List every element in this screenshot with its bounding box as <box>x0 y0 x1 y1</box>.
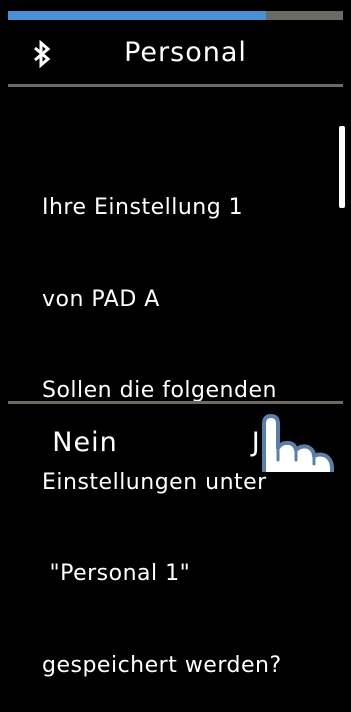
message-line: Einstellungen unter <box>42 469 267 495</box>
footer-divider <box>8 401 343 404</box>
page-title: Personal <box>124 36 247 68</box>
scrollbar[interactable] <box>339 126 345 208</box>
progress-fill <box>8 11 266 20</box>
no-button[interactable]: Nein <box>10 414 160 470</box>
tap-hand-icon <box>262 414 334 472</box>
message-line: "Personal 1" <box>42 561 191 586</box>
message-line: Ihre Einstellung 1 <box>42 195 244 220</box>
header-divider <box>8 84 343 87</box>
message-line: gespeichert werden? <box>42 652 282 678</box>
progress-bar <box>8 11 343 20</box>
header: Personal <box>8 20 343 84</box>
message-line: von PAD A <box>42 286 160 312</box>
